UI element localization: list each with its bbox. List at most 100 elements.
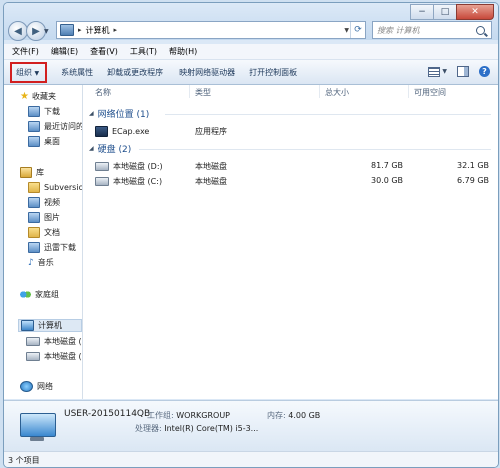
nav-favorites[interactable]: ★ 收藏夹: [20, 91, 56, 102]
memory-value: 4.00 GB: [288, 411, 321, 420]
menu-edit[interactable]: 编辑(E): [51, 46, 78, 57]
breadcrumb-chevron-icon[interactable]: ▸: [114, 26, 118, 34]
list-item[interactable]: 本地磁盘 (D:) 本地磁盘 81.7 GB 32.1 GB: [83, 160, 498, 172]
map-network-drive-button[interactable]: 映射网络驱动器: [179, 67, 235, 78]
toolbar-right-icons: ▼ ?: [428, 66, 490, 77]
menu-view[interactable]: 查看(V): [90, 46, 118, 57]
group-label: 硬盘 (2): [97, 145, 132, 155]
list-item[interactable]: 本地磁盘 (C:) 本地磁盘 30.0 GB 6.79 GB: [83, 175, 498, 187]
workgroup-label: 工作组:: [147, 411, 174, 420]
desktop-icon: [28, 136, 40, 147]
nav-favorites-label: 收藏夹: [31, 92, 56, 101]
nav-libraries[interactable]: 库: [20, 167, 44, 178]
column-divider[interactable]: [189, 85, 190, 98]
nav-computer-label: 计算机: [38, 321, 62, 330]
nav-label: 下载: [44, 107, 60, 116]
hard-drive-icon: [95, 162, 109, 171]
nav-item-pictures[interactable]: 图片: [28, 212, 60, 223]
organize-dropdown-icon: ▼: [34, 69, 40, 77]
nav-item-drive-c[interactable]: 本地磁盘 (C: [26, 336, 82, 347]
menu-help[interactable]: 帮助(H): [169, 46, 197, 57]
nav-item-documents[interactable]: 文档: [28, 227, 60, 238]
nav-network[interactable]: 网络: [20, 381, 53, 392]
column-divider[interactable]: [408, 85, 409, 98]
nav-label: 本地磁盘 (D: [44, 352, 82, 361]
item-total-size: 30.0 GB: [371, 176, 404, 185]
collapse-arrow-icon[interactable]: ◢: [89, 145, 94, 152]
column-divider[interactable]: [319, 85, 320, 98]
group-divider: [139, 149, 491, 150]
nav-computer[interactable]: 计算机: [18, 319, 82, 332]
processor-label: 处理器:: [135, 424, 162, 433]
music-icon: ♪: [28, 257, 34, 268]
column-header-free-space[interactable]: 可用空间: [414, 87, 446, 98]
system-properties-button[interactable]: 系统属性: [61, 67, 93, 78]
column-header-name[interactable]: 名称: [95, 87, 111, 98]
group-divider: [165, 114, 491, 115]
item-name: 本地磁盘 (C:): [113, 177, 163, 186]
nav-item-thunder-downloads[interactable]: 迅雷下载: [28, 242, 76, 253]
star-icon: ★: [20, 91, 29, 102]
recent-pages-dropdown[interactable]: ▼: [44, 28, 49, 35]
homegroup-icon: [20, 290, 31, 299]
column-header-type[interactable]: 类型: [195, 87, 211, 98]
nav-item-desktop[interactable]: 桌面: [28, 136, 60, 147]
address-dropdown-icon[interactable]: ▼: [344, 27, 349, 34]
nav-homegroup-label: 家庭组: [35, 290, 59, 299]
thunder-download-icon: [28, 242, 40, 253]
menu-file[interactable]: 文件(F): [12, 46, 39, 57]
nav-network-label: 网络: [37, 382, 53, 391]
refresh-button[interactable]: ⟳: [350, 22, 365, 38]
view-options-dropdown-icon[interactable]: ▼: [442, 68, 447, 75]
uninstall-program-button[interactable]: 卸载或更改程序: [107, 67, 163, 78]
search-input[interactable]: 搜索 计算机: [377, 25, 420, 36]
minimize-button[interactable]: −: [410, 4, 434, 20]
menu-tools[interactable]: 工具(T): [130, 46, 157, 57]
back-button[interactable]: ◀: [8, 21, 28, 41]
collapse-arrow-icon[interactable]: ◢: [89, 110, 94, 117]
maximize-button[interactable]: □: [433, 4, 457, 20]
help-icon[interactable]: ?: [479, 66, 490, 77]
nav-item-videos[interactable]: 视频: [28, 197, 60, 208]
organize-button[interactable]: 组织 ▼: [10, 61, 48, 83]
column-header-total-size[interactable]: 总大小: [325, 87, 349, 98]
nav-item-music[interactable]: ♪ 音乐: [28, 257, 54, 268]
forward-button[interactable]: ▶: [26, 21, 46, 41]
pictures-icon: [28, 212, 40, 223]
item-name-cell: ECap.exe: [95, 126, 149, 137]
address-bar[interactable]: ▸ 计算机 ▸ ▼ ⟳: [56, 21, 366, 39]
folder-icon: [28, 182, 40, 193]
breadcrumb-separator-icon[interactable]: ▸: [78, 26, 82, 34]
close-icon: ✕: [471, 7, 479, 17]
nav-homegroup[interactable]: 家庭组: [20, 289, 59, 300]
hard-drive-icon: [26, 337, 40, 346]
close-button[interactable]: ✕: [456, 4, 494, 20]
item-name-cell: 本地磁盘 (C:): [95, 176, 162, 187]
computer-icon: [60, 24, 74, 36]
nav-item-drive-d[interactable]: 本地磁盘 (D: [26, 351, 82, 362]
window-controls: − □ ✕: [410, 4, 494, 20]
search-icon[interactable]: [476, 25, 485, 35]
nav-item-downloads[interactable]: 下载: [28, 106, 60, 117]
open-control-panel-button[interactable]: 打开控制面板: [249, 67, 297, 78]
navigation-pane: ★收藏夹 下载 最近访问的 桌面 库 Subversion 视频 图片 文档 迅…: [4, 85, 83, 399]
list-item[interactable]: ECap.exe 应用程序: [83, 125, 498, 137]
application-icon: [95, 126, 108, 137]
memory-label: 内存:: [267, 411, 286, 420]
change-view-icon[interactable]: [428, 66, 441, 77]
refresh-icon: ⟳: [354, 25, 362, 35]
address-path[interactable]: 计算机: [86, 25, 110, 36]
processor-info: 处理器: Intel(R) Core(TM) i5-3...: [135, 423, 258, 434]
nav-label: 图片: [44, 213, 60, 222]
nav-item-recent[interactable]: 最近访问的: [28, 121, 82, 132]
search-box[interactable]: 搜索 计算机: [372, 21, 492, 39]
library-icon: [20, 167, 32, 178]
details-pane: USER-20150114QB 工作组: WORKGROUP 内存: 4.00 …: [4, 400, 498, 451]
group-hard-disks[interactable]: ◢ 硬盘 (2): [89, 142, 131, 155]
nav-item-subversion[interactable]: Subversion: [28, 182, 82, 193]
group-network-locations[interactable]: ◢ 网络位置 (1): [89, 107, 149, 120]
recent-places-icon: [28, 121, 40, 132]
preview-pane-icon[interactable]: [457, 66, 469, 77]
videos-icon: [28, 197, 40, 208]
windows-drive-icon: [95, 177, 109, 186]
